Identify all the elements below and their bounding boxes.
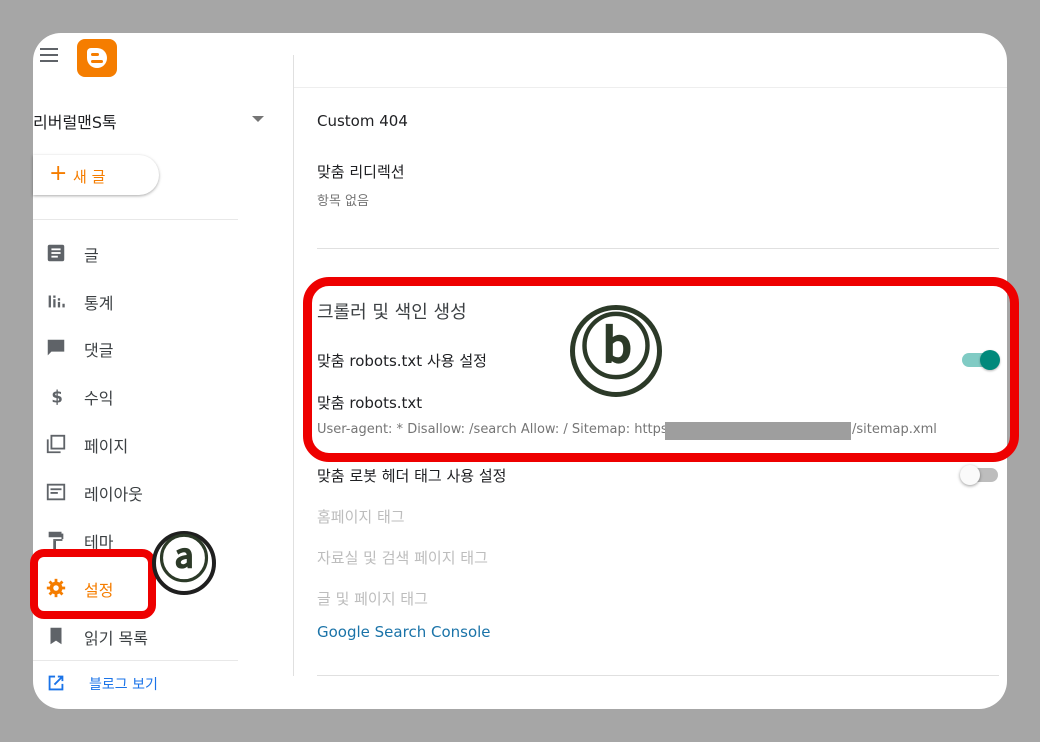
sidebar-item-reading-list[interactable]: 읽기 목록 — [33, 615, 273, 655]
theme-icon — [48, 531, 64, 550]
top-bar — [33, 33, 1007, 88]
highlight-box-a — [30, 549, 156, 619]
archive-tags-label: 자료실 및 검색 페이지 태그 — [317, 549, 488, 567]
header-tags-toggle-label: 맞춤 로봇 헤더 태그 사용 설정 — [317, 467, 507, 485]
new-post-button[interactable]: + 새 글 — [33, 155, 159, 195]
sidebar-item-label: 댓글 — [84, 341, 114, 360]
blog-name[interactable]: 리버럴맨S톡 — [33, 109, 117, 133]
redirects-value: 항목 없음 — [317, 194, 369, 209]
view-blog-label: 블로그 보기 — [89, 677, 158, 693]
search-console-link[interactable]: Google Search Console — [317, 623, 491, 641]
sidebar-divider — [293, 55, 294, 676]
annotation-a: ⓐ — [152, 531, 216, 595]
custom-redirects-label[interactable]: 맞춤 리디렉션 — [317, 161, 405, 182]
header-tags-toggle[interactable] — [960, 465, 998, 485]
menu-icon[interactable] — [40, 48, 60, 64]
pages-icon — [46, 434, 66, 454]
new-post-label: 새 글 — [73, 168, 106, 186]
sidebar-item-earnings[interactable]: $ 수익 — [33, 375, 273, 415]
sidebar-item-label: 통계 — [84, 294, 114, 313]
sidebar-item-comments[interactable]: 댓글 — [33, 327, 273, 367]
sidebar-item-label: 읽기 목록 — [84, 629, 148, 648]
sidebar-item-label: 글 — [84, 246, 99, 265]
stats-icon — [48, 295, 65, 308]
highlight-box-b — [303, 277, 1019, 462]
sidebar-separator — [33, 219, 238, 220]
blogger-logo-icon[interactable] — [77, 39, 117, 77]
sidebar-item-stats[interactable]: 통계 — [33, 280, 273, 320]
comments-icon — [47, 339, 65, 356]
plus-icon: + — [49, 161, 68, 186]
custom-404-label[interactable]: Custom 404 — [317, 112, 408, 130]
sidebar-separator — [33, 660, 238, 661]
external-link-icon — [48, 675, 64, 691]
sidebar-item-pages[interactable]: 페이지 — [33, 423, 273, 463]
view-blog-link[interactable]: 블로그 보기 — [33, 664, 273, 700]
earnings-icon: $ — [51, 387, 62, 406]
sidebar-item-label: 페이지 — [84, 437, 129, 456]
sidebar-item-posts[interactable]: 글 — [33, 232, 273, 272]
header-divider — [294, 87, 1007, 88]
sidebar-item-layout[interactable]: 레이아웃 — [33, 471, 273, 511]
posts-icon — [47, 244, 65, 262]
chevron-down-icon[interactable] — [252, 116, 264, 122]
layout-icon — [46, 483, 66, 501]
post-tags-label: 글 및 페이지 태그 — [317, 590, 428, 608]
bookmark-icon — [50, 627, 62, 645]
section-divider — [317, 675, 999, 676]
sidebar-item-label: 레이아웃 — [84, 485, 143, 504]
svg-text:$: $ — [51, 387, 62, 406]
section-divider — [317, 248, 999, 249]
home-tags-label: 홈페이지 태그 — [317, 508, 405, 526]
annotation-b: ⓑ — [570, 305, 662, 397]
sidebar-item-label: 수익 — [84, 389, 114, 408]
